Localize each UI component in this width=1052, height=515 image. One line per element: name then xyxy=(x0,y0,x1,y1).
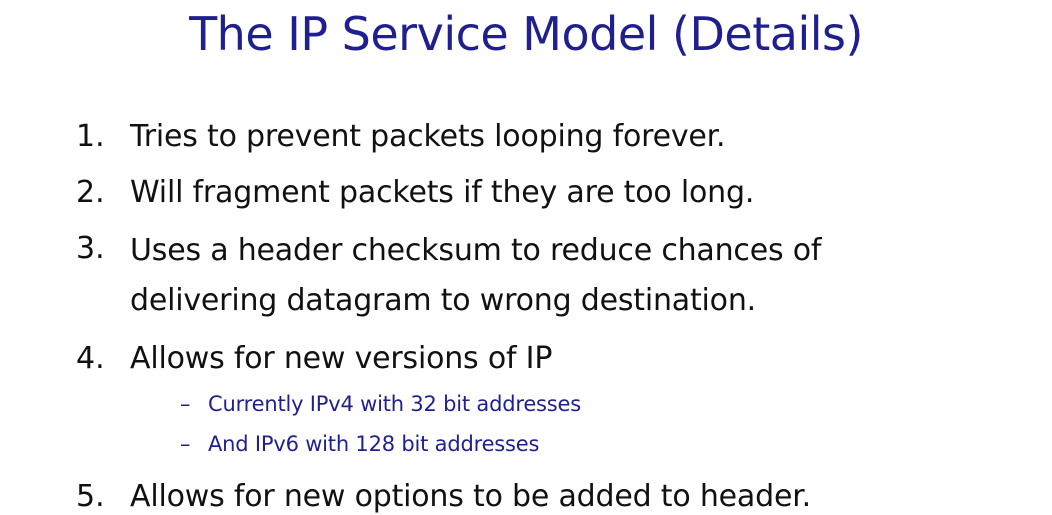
sublist-item-2: – And IPv6 with 128 bit addresses xyxy=(180,424,1016,464)
list-text-5: Allows for new options to be added to he… xyxy=(130,474,1016,515)
numbered-list: 1. Tries to prevent packets looping fore… xyxy=(76,114,1016,515)
list-number-5: 5. xyxy=(76,479,105,514)
dash-icon: – xyxy=(180,432,191,456)
list-number-3: 3. xyxy=(76,231,105,266)
slide-title: The IP Service Model (Details) xyxy=(189,7,863,61)
list-text-1-line-1: Tries to prevent packets looping forever… xyxy=(130,119,726,154)
list-number-2: 2. xyxy=(76,175,105,210)
list-text-4-line-1: Allows for new versions of IP xyxy=(130,341,553,376)
list-item-1: 1. Tries to prevent packets looping fore… xyxy=(76,114,1016,160)
slide: The IP Service Model (Details) 1. Tries … xyxy=(0,0,1052,515)
list-item-2: 2. Will fragment packets if they are too… xyxy=(76,170,1016,216)
list-text-5-line-1: Allows for new options to be added to he… xyxy=(130,479,811,514)
list-item-4: 4. Allows for new versions of IP – Curre… xyxy=(76,336,1016,464)
sublist-item-2-text: And IPv6 with 128 bit addresses xyxy=(208,432,540,456)
list-text-1: Tries to prevent packets looping forever… xyxy=(130,114,1016,160)
list-number-4: 4. xyxy=(76,341,105,376)
sublist-item-1: – Currently IPv4 with 32 bit addresses xyxy=(180,384,1016,424)
list-text-3-line-1: Uses a header checksum to reduce chances… xyxy=(130,233,822,268)
list-item-5: 5. Allows for new options to be added to… xyxy=(76,474,1016,515)
list-item-3: 3. Uses a header checksum to reduce chan… xyxy=(76,226,1016,326)
list-number-1: 1. xyxy=(76,119,105,154)
sublist: – Currently IPv4 with 32 bit addresses –… xyxy=(180,384,1016,464)
list-text-3-line-2: delivering datagram to wrong destination… xyxy=(130,283,756,318)
list-text-4: Allows for new versions of IP – Currentl… xyxy=(130,336,1016,464)
list-text-2-line-1: Will fragment packets if they are too lo… xyxy=(130,175,755,210)
list-text-2: Will fragment packets if they are too lo… xyxy=(130,170,1016,216)
list-text-3: Uses a header checksum to reduce chances… xyxy=(130,226,1016,326)
